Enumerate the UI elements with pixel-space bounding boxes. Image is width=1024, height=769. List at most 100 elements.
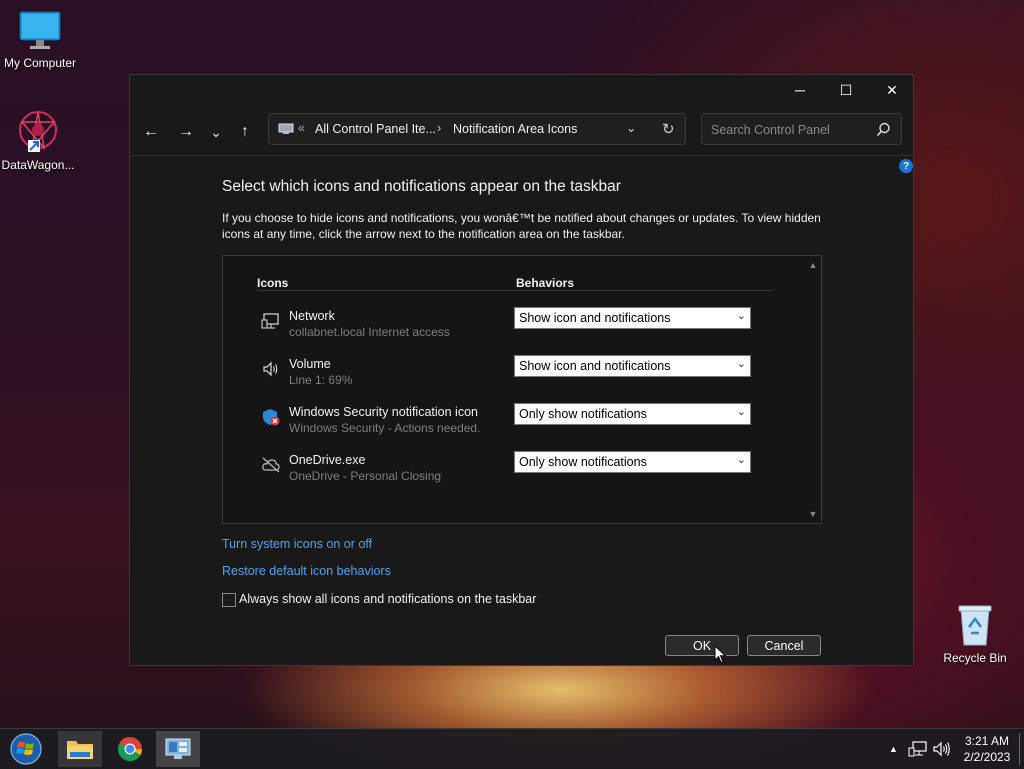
page-title: Select which icons and notifications app… (222, 178, 621, 195)
chevron-up-icon: ▲ (889, 744, 898, 754)
behavior-select[interactable]: Show icon and notifications ⌄ (514, 355, 751, 377)
minimize-button[interactable]: ─ (777, 75, 823, 105)
taskbar-file-explorer[interactable] (58, 731, 102, 767)
refresh-icon[interactable]: ↻ (662, 120, 675, 138)
clock-time: 3:21 AM (964, 734, 1010, 748)
search-box[interactable] (701, 113, 902, 145)
network-icon (261, 313, 279, 329)
address-bar[interactable]: « All Control Panel Ite... › Notificatio… (268, 113, 686, 145)
recycle-bin-icon (958, 605, 992, 646)
arrow-left-icon: ← (143, 123, 159, 140)
breadcrumb-notification-area-icons[interactable]: Notification Area Icons (453, 122, 577, 136)
close-button[interactable]: ✕ (869, 75, 915, 105)
behavior-value: Only show notifications (519, 455, 647, 469)
scroll-up-icon[interactable]: ▲ (807, 260, 819, 272)
desktop-icon-my-computer[interactable]: My Computer (0, 10, 80, 70)
arrow-up-icon: ↑ (241, 123, 249, 140)
mouse-cursor-icon (714, 645, 727, 664)
chevron-down-icon: ⌄ (736, 406, 746, 418)
close-icon: ✕ (886, 81, 898, 98)
tray-clock[interactable]: 3:21 AM 2/2/2023 (960, 729, 1014, 769)
speaker-icon (933, 741, 950, 757)
chevron-down-icon: ⌄ (736, 454, 746, 466)
address-overflow-icon[interactable]: « (298, 121, 305, 135)
search-icon[interactable] (876, 122, 891, 137)
recent-locations-button[interactable]: ⌄ (203, 119, 229, 145)
row-name: OneDrive.exe (289, 453, 366, 467)
table-row: OneDrive.exe OneDrive - Personal Closing… (257, 451, 777, 493)
up-button[interactable]: ↑ (232, 119, 258, 145)
forward-button[interactable]: → (173, 119, 199, 145)
control-panel-icon (278, 123, 294, 134)
control-panel-window: ─ ☐ ✕ ← → ⌄ ↑ « All Control Panel Ite...… (129, 74, 914, 666)
arrow-right-icon: → (178, 123, 194, 140)
start-button[interactable] (4, 731, 48, 767)
row-subtitle: Line 1: 69% (289, 373, 353, 387)
desktop-icon-recycle-bin[interactable]: Recycle Bin (935, 603, 1015, 665)
breadcrumb-separator-icon: › (437, 121, 442, 135)
column-header-icons: Icons (257, 276, 289, 290)
desktop-icon-label: My Computer (3, 56, 77, 70)
clock-date: 2/2/2023 (963, 750, 1011, 764)
row-name: Network (289, 309, 335, 323)
search-input[interactable] (709, 120, 873, 140)
monitor-icon (19, 11, 61, 49)
page-description: If you choose to hide icons and notifica… (222, 211, 821, 241)
windows-start-icon (10, 733, 42, 765)
network-icon (908, 741, 927, 757)
chevron-down-icon: ⌄ (210, 123, 222, 140)
behavior-value: Show icon and notifications (519, 311, 671, 325)
breadcrumb-all-control-panel[interactable]: All Control Panel Ite... (315, 122, 436, 136)
column-header-behaviors: Behaviors (516, 276, 575, 290)
control-panel-icon (165, 738, 191, 759)
behavior-value: Show icon and notifications (519, 359, 671, 373)
show-hidden-icons-button[interactable]: ▲ (889, 729, 898, 769)
taskbar: ▲ 3:21 AM 2/2/2023 (0, 728, 1024, 769)
maximize-icon: ☐ (839, 81, 853, 98)
speaker-icon (263, 361, 278, 377)
scroll-down-icon[interactable]: ▼ (807, 509, 819, 521)
row-subtitle: OneDrive - Personal Closing (289, 469, 442, 483)
datawagon-icon (19, 111, 57, 152)
taskbar-chrome[interactable] (108, 731, 152, 767)
desktop-icon-datawagon[interactable]: DataWagon... (0, 108, 78, 172)
address-dropdown-icon[interactable]: ⌄ (626, 120, 636, 135)
cloud-off-icon (262, 457, 280, 473)
content-area: Select which icons and notifications app… (130, 156, 913, 666)
cancel-button[interactable]: Cancel (747, 635, 821, 656)
taskbar-control-panel[interactable] (156, 731, 200, 767)
folder-icon (67, 741, 93, 759)
behavior-select[interactable]: Only show notifications ⌄ (514, 403, 751, 425)
table-row: Volume Line 1: 69% Show icon and notific… (257, 355, 777, 397)
desktop-icon-label: Recycle Bin (943, 651, 1007, 665)
checkbox-box[interactable] (222, 593, 236, 607)
row-name: Windows Security notification icon (289, 405, 478, 419)
header-divider (257, 290, 772, 291)
ok-button[interactable]: OK (665, 635, 739, 656)
restore-defaults-link[interactable]: Restore default icon behaviors (222, 564, 391, 578)
shield-icon (263, 409, 280, 426)
behavior-value: Only show notifications (519, 407, 647, 421)
maximize-button[interactable]: ☐ (823, 75, 869, 105)
show-desktop-button[interactable] (1019, 733, 1020, 765)
tray-network[interactable] (908, 729, 928, 769)
table-row: Windows Security notification icon Windo… (257, 403, 777, 445)
icons-table-panel[interactable]: Icons Behaviors ▲ ▼ Network collabnet.lo… (222, 255, 822, 524)
navigation-bar: ← → ⌄ ↑ « All Control Panel Ite... › Not… (130, 111, 913, 151)
back-button[interactable]: ← (138, 119, 164, 145)
table-row: Network collabnet.local Internet access … (257, 307, 777, 349)
chrome-icon (117, 737, 142, 762)
tray-volume[interactable] (932, 729, 952, 769)
behavior-select[interactable]: Show icon and notifications ⌄ (514, 307, 751, 329)
chevron-down-icon: ⌄ (736, 310, 746, 322)
checkbox-label[interactable]: Always show all icons and notifications … (239, 592, 536, 606)
row-name: Volume (289, 357, 331, 371)
turn-system-icons-link[interactable]: Turn system icons on or off (222, 537, 372, 551)
row-subtitle: Windows Security - Actions needed. (289, 421, 481, 435)
row-subtitle: collabnet.local Internet access (289, 325, 450, 339)
chevron-down-icon: ⌄ (736, 358, 746, 370)
title-bar[interactable]: ─ ☐ ✕ (130, 75, 913, 105)
minimize-icon: ─ (795, 82, 805, 98)
desktop-icon-label: DataWagon... (1, 158, 75, 172)
behavior-select[interactable]: Only show notifications ⌄ (514, 451, 751, 473)
